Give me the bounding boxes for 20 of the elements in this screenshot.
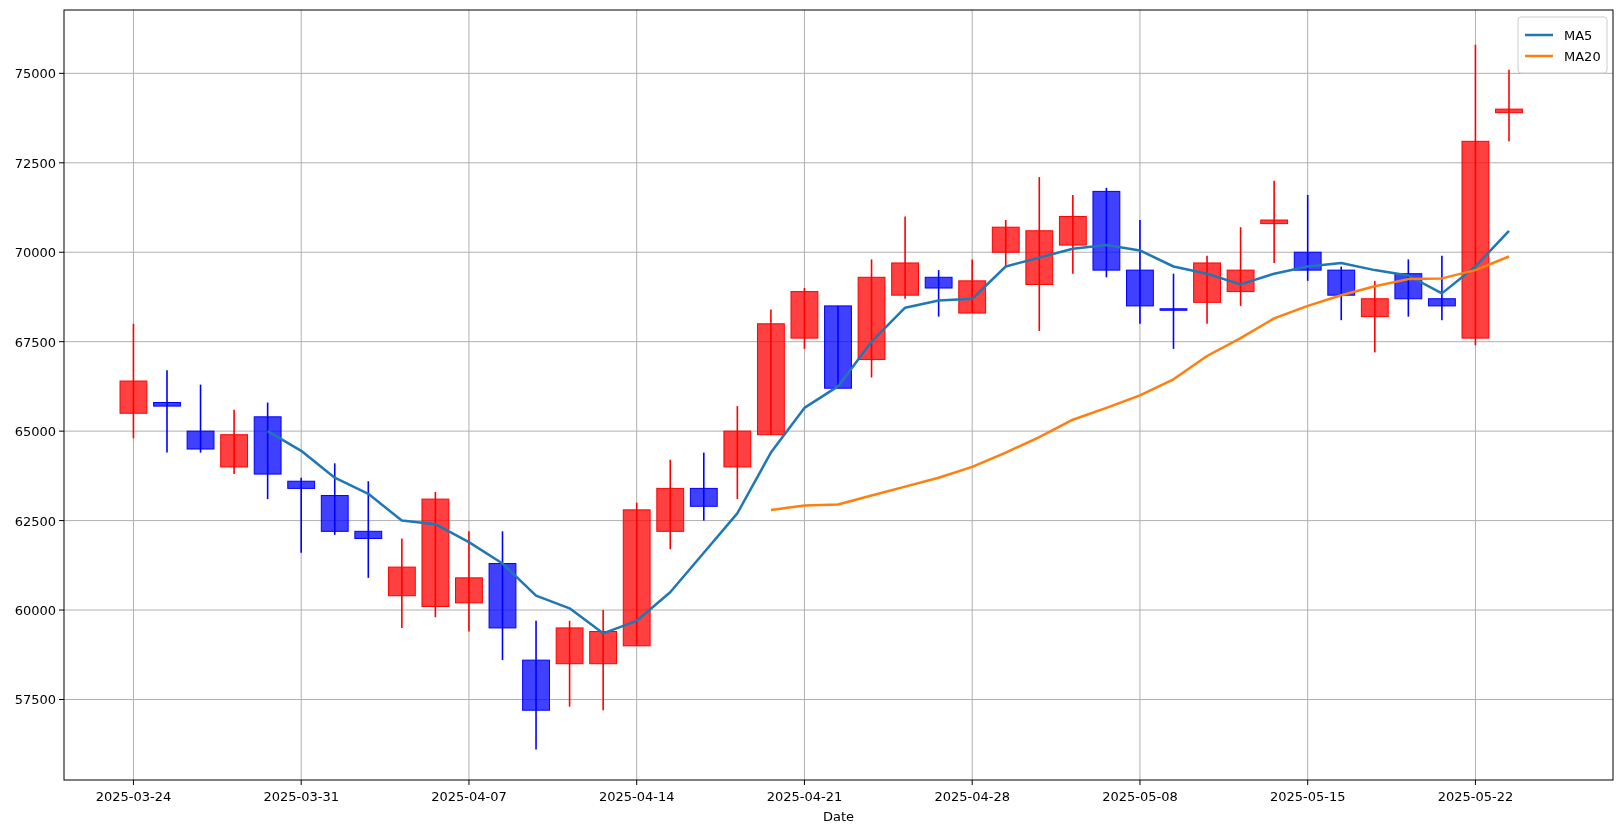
- legend-label: MA5: [1564, 28, 1593, 43]
- x-tick-label: 2025-05-08: [1102, 789, 1178, 804]
- x-axis-label: Date: [822, 809, 855, 824]
- legend-label: MA20: [1564, 49, 1601, 64]
- y-tick-label: 57500: [14, 692, 56, 708]
- y-tick-label: 65000: [14, 424, 56, 440]
- y-tick-label: 60000: [14, 603, 56, 619]
- y-tick-label: 75000: [14, 66, 56, 82]
- x-tick-label: 2025-04-21: [766, 789, 843, 804]
- x-tick-label: 2025-04-07: [431, 789, 507, 804]
- x-tick-label: 2025-05-15: [1269, 789, 1346, 804]
- x-tick-label: 2025-03-31: [263, 789, 339, 804]
- y-tick-label: 67500: [14, 334, 56, 350]
- x-tick-label: 2025-04-14: [598, 789, 675, 804]
- y-tick-label: 72500: [14, 155, 56, 171]
- y-tick-label: 70000: [14, 245, 56, 261]
- x-tick-label: 2025-04-28: [934, 789, 1010, 804]
- y-tick-label: 62500: [14, 513, 56, 529]
- x-tick-label: 2025-05-22: [1437, 789, 1514, 804]
- x-tick-label: 2025-03-24: [95, 789, 172, 804]
